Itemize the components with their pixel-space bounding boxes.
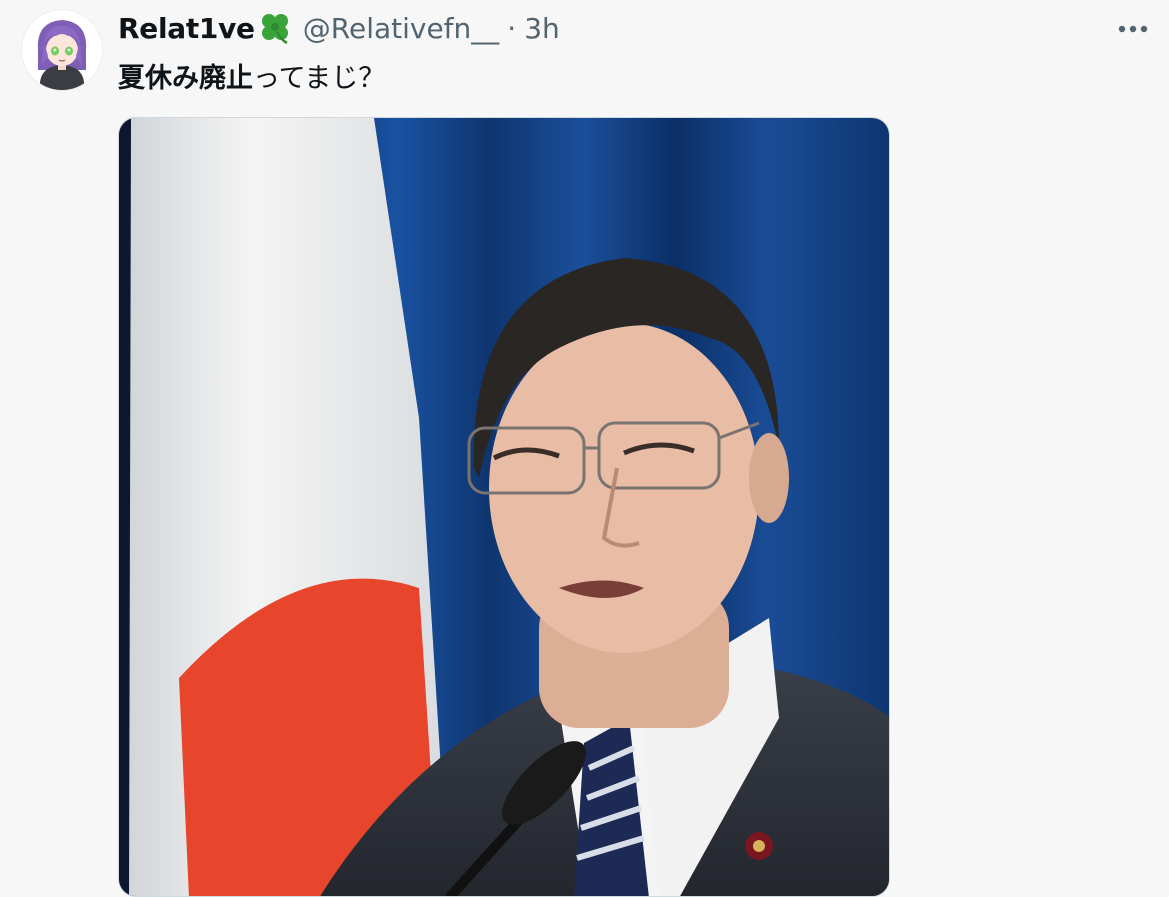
tweet-text: 夏休み廃止ってまじ？ <box>118 56 385 95</box>
tweet-media-photo[interactable] <box>118 117 890 897</box>
more-options-button[interactable] <box>1115 14 1151 44</box>
tweet-header: Relat1ve @Relativefn__ · 3h <box>118 8 560 48</box>
ellipsis-horizontal-icon <box>1118 25 1148 33</box>
display-name[interactable]: Relat1ve <box>118 12 255 45</box>
tweet-timestamp[interactable]: 3h <box>524 12 560 45</box>
tweet-text-rest: ってまじ？ <box>253 63 386 94</box>
tweet[interactable]: Relat1ve @Relativefn__ · 3h 夏休み廃止ってまじ？ <box>0 0 1169 897</box>
avatar[interactable] <box>22 10 102 90</box>
tweet-text-bold: 夏休み廃止 <box>118 63 253 94</box>
anime-character-avatar-icon <box>22 10 102 90</box>
user-handle[interactable]: @Relativefn__ <box>303 12 500 45</box>
photo-image <box>119 118 889 896</box>
four-leaf-clover-icon <box>257 10 293 46</box>
header-separator: · <box>507 11 517 45</box>
